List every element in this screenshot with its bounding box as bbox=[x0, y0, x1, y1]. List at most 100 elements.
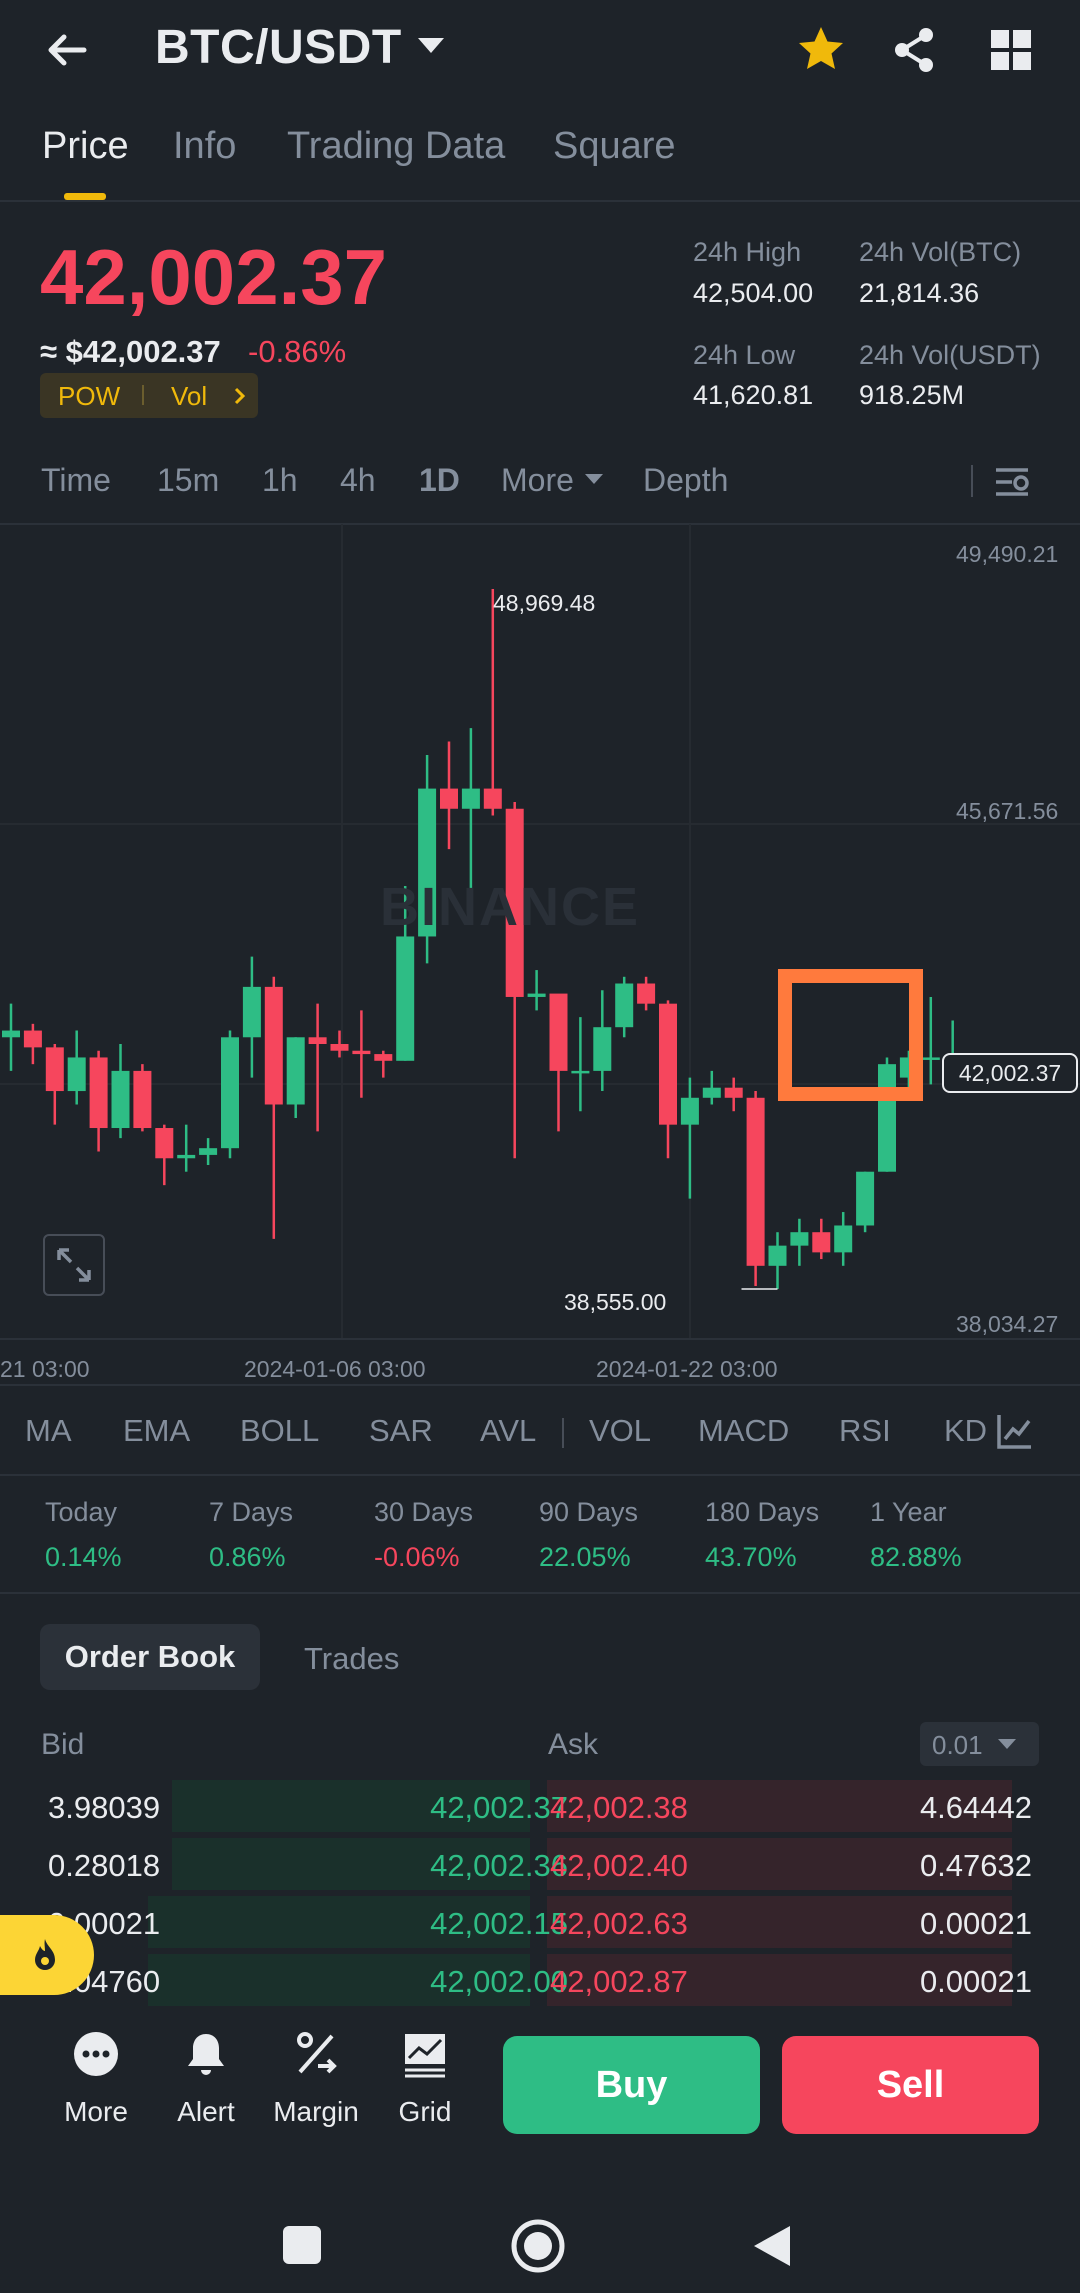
indicator-sar[interactable]: SAR bbox=[369, 1413, 433, 1449]
candle-body bbox=[768, 1245, 787, 1266]
candle-body bbox=[483, 788, 502, 809]
grid-button[interactable]: Grid bbox=[385, 2010, 465, 2150]
tag-divider bbox=[142, 385, 144, 405]
candle-body bbox=[396, 936, 415, 1061]
star-icon[interactable] bbox=[793, 22, 849, 78]
candle-body bbox=[659, 1003, 677, 1125]
tab-order-book[interactable]: Order Book bbox=[40, 1624, 260, 1690]
interval-1d[interactable]: 1D bbox=[419, 462, 460, 499]
buy-button[interactable]: Buy bbox=[503, 2036, 760, 2134]
candle-body bbox=[221, 1037, 239, 1149]
axis-label-top: 49,490.21 bbox=[956, 541, 1059, 567]
perf-1y-label: 1 Year bbox=[870, 1497, 947, 1527]
stat-24h-vol-btc-label: 24h Vol(BTC) bbox=[859, 237, 1022, 267]
home-circle-icon[interactable] bbox=[510, 2218, 566, 2274]
candle-body bbox=[330, 1044, 349, 1051]
tab-trading-data[interactable]: Trading Data bbox=[287, 125, 505, 168]
ask-qty: 4.64442 bbox=[919, 1790, 1032, 1825]
sell-button[interactable]: Sell bbox=[782, 2036, 1039, 2134]
tab-price[interactable]: Price bbox=[42, 125, 129, 168]
back-triangle-icon[interactable] bbox=[750, 2222, 794, 2270]
candle-body bbox=[593, 1027, 612, 1071]
perf-1y-value: 82.88% bbox=[870, 1542, 962, 1572]
candle-body bbox=[440, 788, 458, 809]
perf-7d-label: 7 Days bbox=[209, 1497, 294, 1527]
candle-body bbox=[242, 986, 261, 1038]
ask-header: Ask bbox=[548, 1728, 599, 1761]
recents-square-icon[interactable] bbox=[283, 2226, 321, 2264]
indicator-ma[interactable]: MA bbox=[25, 1413, 72, 1449]
indicator-settings-icon[interactable] bbox=[995, 1411, 1035, 1451]
more-label: More bbox=[64, 2096, 128, 2127]
grid-menu-icon[interactable] bbox=[983, 22, 1039, 78]
orderbook-row[interactable]: 0.28018 42,002.36 42,002.40 0.47632 bbox=[0, 1838, 1080, 1894]
more-button[interactable]: More bbox=[50, 2010, 142, 2150]
interval-4h[interactable]: 4h bbox=[340, 462, 376, 499]
bid-price: 42,002.37 bbox=[430, 1790, 568, 1825]
perf-7d-value: 0.86% bbox=[209, 1542, 286, 1572]
orderbook-row[interactable]: 0.04760 42,002.00 42,002.87 0.00021 bbox=[0, 1954, 1080, 2010]
indicator-ema[interactable]: EMA bbox=[123, 1413, 190, 1449]
bottom-action-bar: More Alert Margin Grid Buy Sell bbox=[0, 2010, 1080, 2160]
tag-vol[interactable]: Vol bbox=[171, 381, 207, 412]
margin-button[interactable]: Margin bbox=[268, 2010, 364, 2150]
candle-body bbox=[199, 1148, 218, 1155]
candles-group bbox=[2, 588, 962, 1290]
fullscreen-button[interactable] bbox=[43, 1234, 105, 1296]
stat-24h-high-value: 42,504.00 bbox=[693, 278, 814, 308]
alert-button[interactable]: Alert bbox=[163, 2010, 249, 2150]
floating-hot-button[interactable] bbox=[0, 1915, 94, 1995]
share-icon[interactable] bbox=[886, 22, 942, 78]
candle-body bbox=[921, 1057, 940, 1060]
trading-pair-title[interactable]: BTC/USDT bbox=[155, 20, 402, 75]
candle-body bbox=[133, 1070, 152, 1129]
min-price-annotation: 38,555.00 bbox=[564, 1289, 667, 1315]
flame-icon bbox=[35, 1939, 55, 1970]
tag-pow[interactable]: POW bbox=[58, 381, 120, 412]
date-label-3: 2024-01-22 03:00 bbox=[596, 1356, 778, 1382]
indicator-kd[interactable]: KD bbox=[944, 1413, 987, 1449]
orderbook-row[interactable]: 0.00021 42,002.15 42,002.63 0.00021 bbox=[0, 1896, 1080, 1952]
chart-canvas[interactable] bbox=[0, 524, 1080, 1384]
more-dots-icon bbox=[74, 2032, 118, 2076]
divider bbox=[0, 200, 1080, 202]
tab-info[interactable]: Info bbox=[173, 125, 236, 168]
interval-more[interactable]: More bbox=[501, 462, 574, 499]
interval-depth[interactable]: Depth bbox=[643, 462, 728, 499]
dropdown-caret-icon[interactable] bbox=[418, 38, 444, 53]
perf-30d-label: 30 Days bbox=[374, 1497, 474, 1527]
app-header: BTC/USDT bbox=[0, 0, 1080, 100]
indicator-boll[interactable]: BOLL bbox=[240, 1413, 319, 1449]
candle-body bbox=[571, 1070, 590, 1074]
interval-15m[interactable]: 15m bbox=[157, 462, 219, 499]
interval-time[interactable]: Time bbox=[41, 462, 111, 499]
stat-24h-vol-usdt-value: 918.25M bbox=[859, 380, 965, 410]
stat-24h-low-value: 41,620.81 bbox=[693, 380, 814, 410]
indicator-rsi[interactable]: RSI bbox=[839, 1413, 891, 1449]
axis-label-bottom: 38,034.27 bbox=[956, 1311, 1059, 1337]
ask-qty: 0.00021 bbox=[919, 1964, 1032, 1999]
last-price: 42,002.37 bbox=[40, 233, 388, 321]
tab-trades[interactable]: Trades bbox=[304, 1641, 399, 1677]
candle-body bbox=[67, 1057, 86, 1092]
interval-1h[interactable]: 1h bbox=[262, 462, 298, 499]
candle-body bbox=[155, 1128, 174, 1159]
tab-square[interactable]: Square bbox=[553, 125, 676, 168]
tag-bar[interactable]: POW Vol bbox=[40, 373, 258, 418]
candle-body bbox=[527, 993, 546, 997]
candle-body bbox=[834, 1225, 853, 1253]
chart-settings-icon[interactable] bbox=[992, 462, 1032, 502]
date-label-1: 21 03:00 bbox=[0, 1356, 90, 1382]
divider bbox=[0, 1474, 1080, 1476]
perf-today-label: Today bbox=[45, 1497, 118, 1527]
back-arrow-icon[interactable] bbox=[40, 22, 96, 78]
indicator-macd[interactable]: MACD bbox=[698, 1413, 789, 1449]
precision-select[interactable]: 0.01 bbox=[920, 1722, 1039, 1766]
indicator-avl[interactable]: AVL bbox=[480, 1413, 536, 1449]
divider bbox=[562, 1418, 564, 1448]
candlestick-chart[interactable]: BINANCE 49,490.21 45,671.56 38,034.27 48… bbox=[0, 524, 1080, 1384]
orderbook-row[interactable]: 3.98039 42,002.37 42,002.38 4.64442 bbox=[0, 1780, 1080, 1836]
indicator-vol[interactable]: VOL bbox=[589, 1413, 651, 1449]
candle-body bbox=[374, 1054, 393, 1061]
ask-qty: 0.00021 bbox=[919, 1906, 1032, 1941]
